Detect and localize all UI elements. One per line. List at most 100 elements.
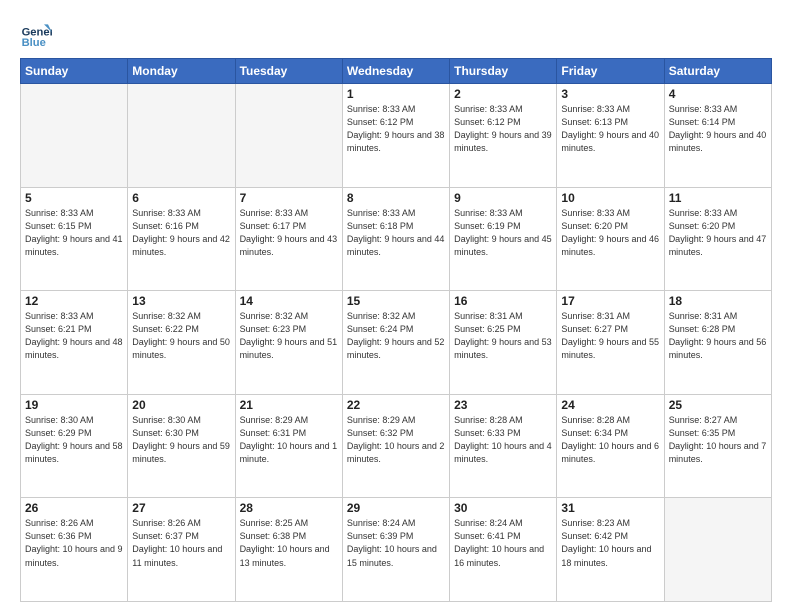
day-cell: 27Sunrise: 8:26 AM Sunset: 6:37 PM Dayli…: [128, 498, 235, 602]
weekday-header-tuesday: Tuesday: [235, 59, 342, 84]
day-cell: 7 Sunrise: 8:33 AM Sunset: 6:17 PM Daylig…: [235, 187, 342, 291]
day-cell: 4Sunrise: 8:33 AM Sunset: 6:14 PM Daylig…: [664, 84, 771, 188]
day-info: Sunrise: 8:24 AM Sunset: 6:39 PM Dayligh…: [347, 517, 445, 569]
day-info: Sunrise: 8:27 AM Sunset: 6:35 PM Dayligh…: [669, 414, 767, 466]
weekday-header-monday: Monday: [128, 59, 235, 84]
week-row-3: 19 Sunrise: 8:30 AM Sunset: 6:29 PM Dayli…: [21, 394, 772, 498]
day-info: Sunrise: 8:33 AM Sunset: 6:14 PM Dayligh…: [669, 103, 767, 155]
day-number: 10: [561, 191, 659, 205]
day-number: 8: [347, 191, 445, 205]
day-info: Sunrise: 8:31 AM Sunset: 6:28 PM Dayligh…: [669, 310, 767, 362]
calendar: SundayMondayTuesdayWednesdayThursdayFrid…: [20, 58, 772, 602]
day-cell: 26Sunrise: 8:26 AM Sunset: 6:36 PM Dayli…: [21, 498, 128, 602]
day-info: Sunrise: 8:29 AM Sunset: 6:31 PM Dayligh…: [240, 414, 338, 466]
day-info: Sunrise: 8:33 AM Sunset: 6:19 PM Dayligh…: [454, 207, 552, 259]
weekday-header-thursday: Thursday: [450, 59, 557, 84]
day-number: 5: [25, 191, 123, 205]
day-number: 2: [454, 87, 552, 101]
day-number: 28: [240, 501, 338, 515]
logo-icon: General Blue: [20, 18, 52, 50]
day-cell: 8 Sunrise: 8:33 AM Sunset: 6:18 PM Daylig…: [342, 187, 449, 291]
weekday-header-saturday: Saturday: [664, 59, 771, 84]
day-info: Sunrise: 8:33 AM Sunset: 6:13 PM Dayligh…: [561, 103, 659, 155]
day-info: Sunrise: 8:33 AM Sunset: 6:12 PM Dayligh…: [347, 103, 445, 155]
week-row-1: 5 Sunrise: 8:33 AM Sunset: 6:15 PM Daylig…: [21, 187, 772, 291]
day-info: Sunrise: 8:32 AM Sunset: 6:23 PM Dayligh…: [240, 310, 338, 362]
day-cell: [128, 84, 235, 188]
day-number: 13: [132, 294, 230, 308]
day-cell: 1 Sunrise: 8:33 AM Sunset: 6:12 PM Daylig…: [342, 84, 449, 188]
day-info: Sunrise: 8:28 AM Sunset: 6:33 PM Dayligh…: [454, 414, 552, 466]
day-cell: 11 Sunrise: 8:33 AM Sunset: 6:20 PM Dayli…: [664, 187, 771, 291]
day-number: 7: [240, 191, 338, 205]
day-cell: 13 Sunrise: 8:32 AM Sunset: 6:22 PM Dayli…: [128, 291, 235, 395]
day-cell: 12 Sunrise: 8:33 AM Sunset: 6:21 PM Dayli…: [21, 291, 128, 395]
day-number: 17: [561, 294, 659, 308]
day-cell: 25 Sunrise: 8:27 AM Sunset: 6:35 PM Dayli…: [664, 394, 771, 498]
day-cell: 3 Sunrise: 8:33 AM Sunset: 6:13 PM Daylig…: [557, 84, 664, 188]
weekday-header-wednesday: Wednesday: [342, 59, 449, 84]
day-cell: 9 Sunrise: 8:33 AM Sunset: 6:19 PM Daylig…: [450, 187, 557, 291]
day-cell: [235, 84, 342, 188]
day-cell: 2 Sunrise: 8:33 AM Sunset: 6:12 PM Daylig…: [450, 84, 557, 188]
day-cell: 28 Sunrise: 8:25 AM Sunset: 6:38 PM Dayli…: [235, 498, 342, 602]
day-number: 3: [561, 87, 659, 101]
day-cell: 24 Sunrise: 8:28 AM Sunset: 6:34 PM Dayli…: [557, 394, 664, 498]
day-cell: 17Sunrise: 8:31 AM Sunset: 6:27 PM Dayli…: [557, 291, 664, 395]
day-cell: 23Sunrise: 8:28 AM Sunset: 6:33 PM Dayli…: [450, 394, 557, 498]
day-number: 25: [669, 398, 767, 412]
day-info: Sunrise: 8:33 AM Sunset: 6:21 PM Dayligh…: [25, 310, 123, 362]
day-info: Sunrise: 8:32 AM Sunset: 6:22 PM Dayligh…: [132, 310, 230, 362]
day-number: 11: [669, 191, 767, 205]
day-info: Sunrise: 8:26 AM Sunset: 6:36 PM Dayligh…: [25, 517, 123, 569]
day-cell: 14 Sunrise: 8:32 AM Sunset: 6:23 PM Dayli…: [235, 291, 342, 395]
day-info: Sunrise: 8:29 AM Sunset: 6:32 PM Dayligh…: [347, 414, 445, 466]
day-cell: 19 Sunrise: 8:30 AM Sunset: 6:29 PM Dayli…: [21, 394, 128, 498]
day-number: 30: [454, 501, 552, 515]
logo: General Blue: [20, 18, 52, 50]
day-info: Sunrise: 8:33 AM Sunset: 6:12 PM Dayligh…: [454, 103, 552, 155]
day-number: 14: [240, 294, 338, 308]
day-cell: 29 Sunrise: 8:24 AM Sunset: 6:39 PM Dayli…: [342, 498, 449, 602]
day-number: 12: [25, 294, 123, 308]
day-info: Sunrise: 8:26 AM Sunset: 6:37 PM Dayligh…: [132, 517, 230, 569]
day-number: 29: [347, 501, 445, 515]
day-info: Sunrise: 8:33 AM Sunset: 6:15 PM Dayligh…: [25, 207, 123, 259]
day-number: 9: [454, 191, 552, 205]
day-number: 1: [347, 87, 445, 101]
day-number: 6: [132, 191, 230, 205]
day-number: 24: [561, 398, 659, 412]
day-info: Sunrise: 8:30 AM Sunset: 6:29 PM Dayligh…: [25, 414, 123, 466]
day-info: Sunrise: 8:33 AM Sunset: 6:17 PM Dayligh…: [240, 207, 338, 259]
day-cell: 5 Sunrise: 8:33 AM Sunset: 6:15 PM Daylig…: [21, 187, 128, 291]
day-cell: 31 Sunrise: 8:23 AM Sunset: 6:42 PM Dayli…: [557, 498, 664, 602]
day-info: Sunrise: 8:28 AM Sunset: 6:34 PM Dayligh…: [561, 414, 659, 466]
week-row-2: 12 Sunrise: 8:33 AM Sunset: 6:21 PM Dayli…: [21, 291, 772, 395]
day-cell: 6 Sunrise: 8:33 AM Sunset: 6:16 PM Daylig…: [128, 187, 235, 291]
day-number: 18: [669, 294, 767, 308]
day-cell: 16Sunrise: 8:31 AM Sunset: 6:25 PM Dayli…: [450, 291, 557, 395]
day-info: Sunrise: 8:33 AM Sunset: 6:16 PM Dayligh…: [132, 207, 230, 259]
day-info: Sunrise: 8:24 AM Sunset: 6:41 PM Dayligh…: [454, 517, 552, 569]
day-cell: 21 Sunrise: 8:29 AM Sunset: 6:31 PM Dayli…: [235, 394, 342, 498]
day-info: Sunrise: 8:33 AM Sunset: 6:20 PM Dayligh…: [669, 207, 767, 259]
day-number: 15: [347, 294, 445, 308]
day-cell: 30 Sunrise: 8:24 AM Sunset: 6:41 PM Dayli…: [450, 498, 557, 602]
day-info: Sunrise: 8:33 AM Sunset: 6:18 PM Dayligh…: [347, 207, 445, 259]
day-info: Sunrise: 8:32 AM Sunset: 6:24 PM Dayligh…: [347, 310, 445, 362]
weekday-header-sunday: Sunday: [21, 59, 128, 84]
day-cell: 10Sunrise: 8:33 AM Sunset: 6:20 PM Dayli…: [557, 187, 664, 291]
day-cell: 18 Sunrise: 8:31 AM Sunset: 6:28 PM Dayli…: [664, 291, 771, 395]
day-number: 31: [561, 501, 659, 515]
week-row-4: 26Sunrise: 8:26 AM Sunset: 6:36 PM Dayli…: [21, 498, 772, 602]
header: General Blue: [20, 18, 772, 50]
day-info: Sunrise: 8:25 AM Sunset: 6:38 PM Dayligh…: [240, 517, 338, 569]
week-row-0: 1 Sunrise: 8:33 AM Sunset: 6:12 PM Daylig…: [21, 84, 772, 188]
day-info: Sunrise: 8:23 AM Sunset: 6:42 PM Dayligh…: [561, 517, 659, 569]
day-number: 19: [25, 398, 123, 412]
day-cell: 22Sunrise: 8:29 AM Sunset: 6:32 PM Dayli…: [342, 394, 449, 498]
day-number: 21: [240, 398, 338, 412]
day-cell: 15 Sunrise: 8:32 AM Sunset: 6:24 PM Dayli…: [342, 291, 449, 395]
day-info: Sunrise: 8:30 AM Sunset: 6:30 PM Dayligh…: [132, 414, 230, 466]
day-cell: 20Sunrise: 8:30 AM Sunset: 6:30 PM Dayli…: [128, 394, 235, 498]
